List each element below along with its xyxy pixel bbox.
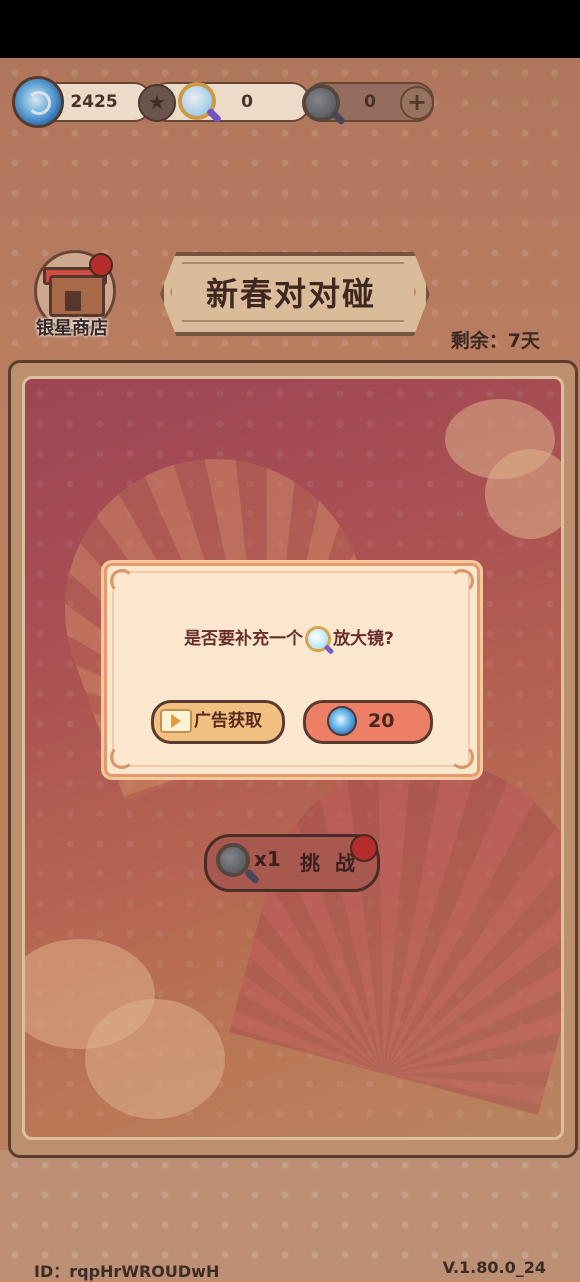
corner-ornament <box>450 745 474 769</box>
version-label: V.1.80.0_24 <box>442 1258 546 1277</box>
dialog-question: 是否要补充一个 放大镜? <box>104 624 474 652</box>
watch-ad-label: 广告获取 <box>194 711 262 731</box>
buy-price: 20 <box>368 710 395 732</box>
corner-ornament <box>110 745 134 769</box>
question-prefix: 是否要补充一个 <box>184 629 304 649</box>
coin-icon <box>327 706 357 736</box>
corner-ornament <box>110 569 134 593</box>
status-bar <box>0 0 580 58</box>
player-id: ID：rqpHrWROUDwH <box>34 1262 220 1281</box>
corner-ornament <box>450 569 474 593</box>
magnifier-icon <box>305 626 332 652</box>
question-suffix: 放大镜? <box>333 629 394 649</box>
video-play-icon <box>160 709 192 733</box>
